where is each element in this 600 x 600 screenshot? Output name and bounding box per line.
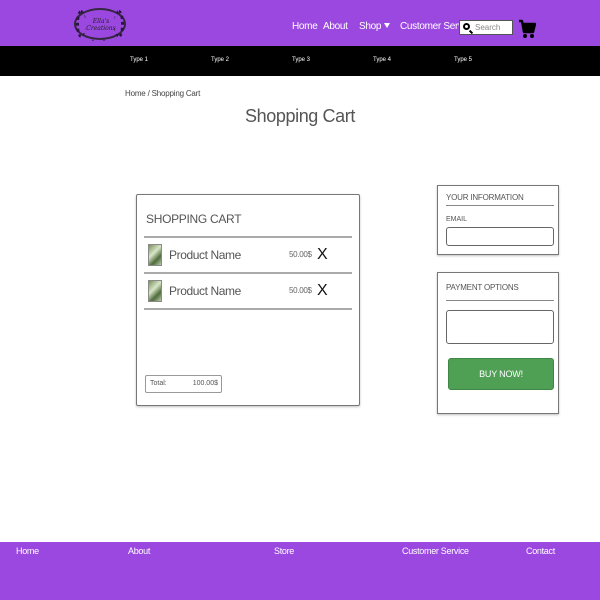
email-field[interactable] bbox=[446, 227, 554, 246]
logo-text: Ella's Creations bbox=[86, 18, 116, 32]
category-link-type-5[interactable]: Type 5 bbox=[454, 57, 472, 63]
category-link-type-4[interactable]: Type 4 bbox=[373, 57, 391, 63]
payment-options-panel: PAYMENT OPTIONS BUY NOW! bbox=[437, 272, 559, 414]
your-information-panel: YOUR INFORMATION EMAIL bbox=[437, 185, 559, 255]
site-logo[interactable]: Ella's Creations • • bbox=[74, 8, 126, 44]
payment-field[interactable] bbox=[446, 310, 554, 344]
chevron-down-icon[interactable] bbox=[384, 23, 390, 28]
product-price: 50.00$ bbox=[289, 286, 312, 295]
buy-now-button[interactable]: BUY NOW! bbox=[448, 358, 554, 390]
page-title: Shopping Cart bbox=[245, 106, 355, 126]
remove-item-button[interactable]: X bbox=[317, 246, 328, 264]
divider bbox=[446, 205, 554, 206]
cart-item: Product Name 50.00$ X bbox=[144, 238, 352, 272]
search-icon[interactable] bbox=[463, 23, 470, 30]
product-price: 50.00$ bbox=[289, 250, 312, 259]
footer-store-link[interactable]: Store bbox=[274, 546, 294, 556]
category-link-type-3[interactable]: Type 3 bbox=[292, 57, 310, 63]
nav-about-link[interactable]: About bbox=[323, 21, 348, 32]
footer-home-link[interactable]: Home bbox=[16, 546, 39, 556]
email-label: EMAIL bbox=[446, 216, 468, 223]
category-link-type-2[interactable]: Type 2 bbox=[211, 57, 229, 63]
search-box[interactable] bbox=[459, 20, 513, 35]
site-footer: Home About Store Customer Service Contac… bbox=[0, 542, 600, 600]
site-header: Ella's Creations • • Home About Shop Cus… bbox=[0, 0, 600, 46]
breadcrumb[interactable]: Home / Shopping Cart bbox=[125, 89, 200, 98]
cart-panel: SHOPPING CART Product Name 50.00$ X Prod… bbox=[136, 194, 360, 406]
product-name[interactable]: Product Name bbox=[169, 248, 241, 262]
search-input[interactable] bbox=[475, 22, 512, 33]
cart-item: Product Name 50.00$ X bbox=[144, 274, 352, 308]
nav-home-link[interactable]: Home bbox=[292, 21, 318, 32]
product-thumbnail[interactable] bbox=[148, 280, 162, 302]
cart-total: Total: 100.00$ bbox=[145, 375, 222, 393]
total-label: Total: bbox=[150, 380, 167, 387]
payment-title: PAYMENT OPTIONS bbox=[446, 283, 519, 292]
cart-title: SHOPPING CART bbox=[146, 212, 242, 226]
footer-about-link[interactable]: About bbox=[128, 546, 150, 556]
divider bbox=[144, 308, 352, 310]
total-value: 100.00$ bbox=[192, 380, 218, 387]
logo-dots: • • bbox=[92, 38, 109, 44]
category-bar: Type 1 Type 2 Type 3 Type 4 Type 5 bbox=[0, 46, 600, 76]
footer-contact-link[interactable]: Contact bbox=[526, 546, 555, 556]
remove-item-button[interactable]: X bbox=[317, 282, 328, 300]
product-thumbnail[interactable] bbox=[148, 244, 162, 266]
footer-customer-service-link[interactable]: Customer Service bbox=[402, 546, 469, 556]
nav-shop-link[interactable]: Shop bbox=[359, 21, 381, 32]
cart-icon[interactable] bbox=[518, 18, 536, 40]
category-link-type-1[interactable]: Type 1 bbox=[130, 57, 148, 63]
info-title: YOUR INFORMATION bbox=[446, 193, 524, 202]
divider bbox=[446, 300, 554, 301]
product-name[interactable]: Product Name bbox=[169, 284, 241, 298]
